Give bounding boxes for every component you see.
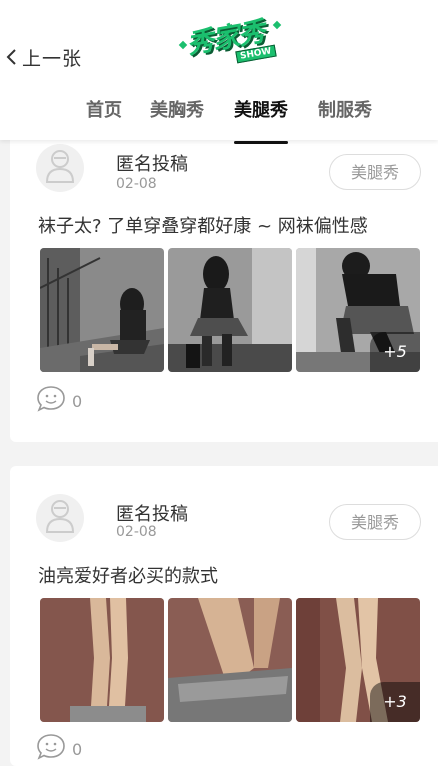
photo-grid: +5: [40, 248, 422, 372]
avatar-placeholder-icon: [45, 149, 75, 187]
more-photos-count: +5: [370, 332, 420, 372]
category-tag[interactable]: 美腿秀: [329, 504, 421, 540]
photo-thumbnail[interactable]: [40, 598, 164, 722]
post-card[interactable]: 匿名投稿 02-08 美腿秀 袜子太? 了单穿叠穿都好康 ~ 网袜偏性感 +5 …: [10, 140, 438, 442]
post-date: 02-08: [116, 176, 157, 192]
author-name: 匿名投稿: [116, 504, 188, 525]
comment-button[interactable]: 0: [36, 386, 82, 416]
photo-thumbnail[interactable]: +3: [296, 598, 420, 722]
photo-thumbnail[interactable]: +5: [296, 248, 420, 372]
top-bar: 上一张 秀家秀 SHOW 首页 美胸秀 美腿秀 制服秀: [0, 0, 438, 144]
comment-bubble-icon: [36, 385, 66, 417]
avatar[interactable]: [36, 494, 84, 542]
app-logo: 秀家秀 SHOW: [178, 12, 282, 68]
post-date: 02-08: [116, 524, 157, 540]
tab-uniform[interactable]: 制服秀: [318, 96, 372, 122]
photo-thumbnail[interactable]: [168, 598, 292, 722]
comment-count: 0: [72, 391, 83, 411]
chevron-left-icon: [0, 42, 22, 72]
comment-button[interactable]: 0: [36, 734, 82, 764]
category-tabs: 首页 美胸秀 美腿秀 制服秀: [0, 88, 438, 144]
comment-count: 0: [72, 739, 83, 759]
avatar[interactable]: [36, 144, 84, 192]
back-button[interactable]: 上一张: [0, 42, 82, 72]
category-tag[interactable]: 美腿秀: [329, 154, 421, 190]
tab-home[interactable]: 首页: [86, 96, 122, 122]
author-name: 匿名投稿: [116, 154, 188, 175]
tab-legs[interactable]: 美腿秀: [234, 96, 288, 144]
back-label: 上一张: [22, 47, 83, 70]
post-card[interactable]: 匿名投稿 02-08 美腿秀 油亮爱好者必买的款式 +3 0: [10, 466, 438, 766]
photo-thumbnail[interactable]: [40, 248, 164, 372]
active-tab-indicator: [234, 141, 288, 144]
tab-chest[interactable]: 美胸秀: [150, 96, 204, 122]
avatar-placeholder-icon: [45, 499, 75, 537]
photo-thumbnail[interactable]: [168, 248, 292, 372]
photo-grid: +3: [40, 598, 422, 722]
comment-bubble-icon: [36, 733, 66, 765]
more-photos-count: +3: [370, 682, 420, 722]
post-title[interactable]: 袜子太? 了单穿叠穿都好康 ~ 网袜偏性感: [38, 212, 368, 238]
post-title[interactable]: 油亮爱好者必买的款式: [38, 562, 218, 588]
